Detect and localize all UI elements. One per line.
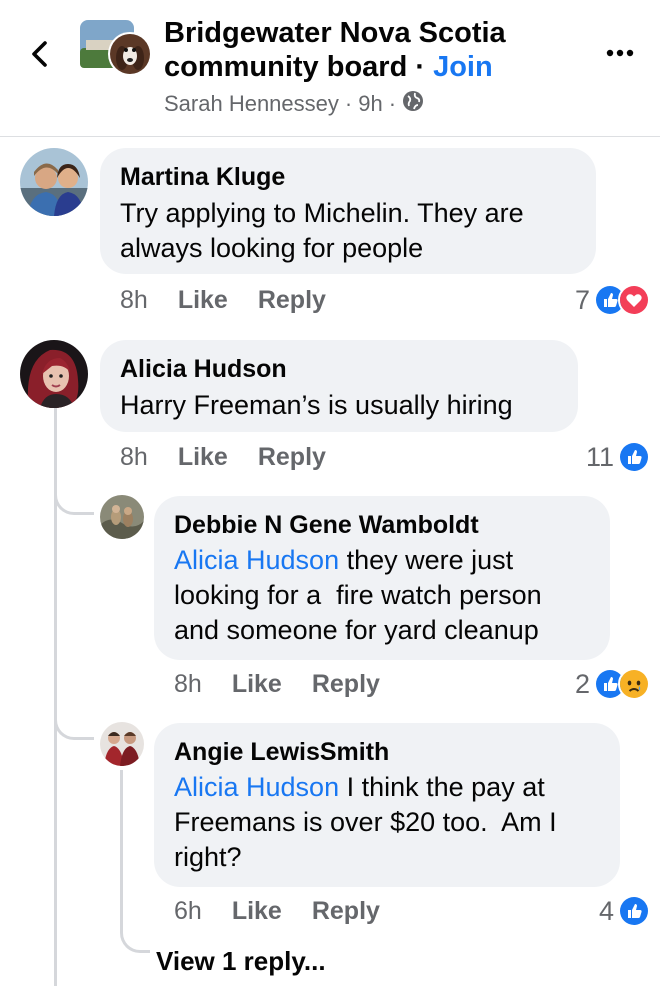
reaction-count: 4 [598, 895, 614, 926]
reply-button[interactable]: Reply [312, 897, 380, 926]
reply-button[interactable]: Reply [258, 443, 326, 472]
meta-dot: · [388, 91, 397, 116]
mention-link[interactable]: Alicia Hudson [174, 772, 339, 802]
header-divider [0, 136, 660, 137]
globe-icon [402, 90, 424, 118]
like-icon [618, 441, 650, 473]
sad-icon [618, 668, 650, 700]
reply-text-line: Freemans is over $20 too. Am I [174, 807, 557, 837]
reply-time[interactable]: 6h [174, 897, 202, 926]
reply-text-line: they were just [339, 545, 514, 575]
reply-author[interactable]: Debbie N Gene Wamboldt [174, 511, 479, 540]
post-time[interactable]: 9h [358, 91, 382, 117]
chevron-left-icon[interactable] [28, 40, 52, 68]
view-replies-link[interactable]: View 1 reply... [156, 946, 326, 977]
reply-text-line: looking for a fire watch person [174, 580, 542, 610]
thread-connector [54, 710, 94, 740]
reply-button[interactable]: Reply [258, 286, 326, 315]
reply-button[interactable]: Reply [312, 670, 380, 699]
thread-connector [120, 915, 150, 953]
reaction-count: 2 [574, 668, 590, 699]
reply-text-line: I think the pay at [339, 772, 545, 802]
avatar[interactable] [20, 148, 88, 216]
love-icon [618, 284, 650, 316]
reaction-summary[interactable]: 4 [599, 895, 650, 927]
group-name[interactable]: Bridgewater Nova Scotia community board … [164, 16, 506, 84]
comment-text: Try applying to Michelin. They are alway… [120, 196, 524, 266]
reaction-count: 11 [585, 441, 614, 472]
reaction-count: 7 [574, 284, 590, 315]
reply-actions: 6h Like Reply [174, 897, 380, 926]
like-button[interactable]: Like [232, 670, 282, 699]
post-meta: Sarah Hennessey · 9h · [164, 90, 424, 118]
comment-actions: 8h Like Reply [120, 286, 326, 315]
avatar[interactable] [100, 495, 144, 539]
reply-author[interactable]: Angie LewisSmith [174, 738, 389, 767]
like-icon [618, 895, 650, 927]
reply-text: Alicia Hudson they were just looking for… [174, 543, 542, 648]
reaction-summary[interactable]: 11 [586, 441, 650, 473]
reaction-summary[interactable]: 2 [575, 668, 650, 700]
group-name-line1: Bridgewater Nova Scotia [164, 17, 506, 49]
avatar[interactable] [100, 722, 144, 766]
comment-time[interactable]: 8h [120, 286, 148, 315]
more-dots-icon[interactable] [604, 38, 636, 68]
mention-link[interactable]: Alicia Hudson [174, 545, 339, 575]
title-separator: · [407, 51, 434, 83]
comment-author[interactable]: Martina Kluge [120, 163, 285, 192]
reply-time[interactable]: 8h [174, 670, 202, 699]
group-name-line2: community board [164, 51, 408, 83]
comment-text-line: Try applying to Michelin. They are [120, 198, 524, 228]
comment-text-line: always looking for people [120, 233, 424, 263]
join-button[interactable]: Join [433, 51, 493, 83]
reply-text-line: right? [174, 842, 242, 872]
comment-actions: 8h Like Reply [120, 443, 326, 472]
like-button[interactable]: Like [178, 443, 228, 472]
like-button[interactable]: Like [178, 286, 228, 315]
avatar[interactable] [20, 340, 88, 408]
post-author[interactable]: Sarah Hennessey [164, 91, 339, 117]
reply-text-line: and someone for yard cleanup [174, 615, 539, 645]
like-button[interactable]: Like [232, 897, 282, 926]
thread-connector [54, 485, 94, 515]
reply-text: Alicia Hudson I think the pay at Freeman… [174, 770, 557, 875]
reaction-summary[interactable]: 7 [575, 284, 650, 316]
comment-text: Harry Freeman’s is usually hiring [120, 390, 513, 420]
group-cover-thumbnail[interactable] [80, 18, 152, 78]
thread-line [120, 770, 123, 920]
meta-dot: · [344, 91, 353, 116]
reply-actions: 8h Like Reply [174, 670, 380, 699]
comment-time[interactable]: 8h [120, 443, 148, 472]
comment-author[interactable]: Alicia Hudson [120, 355, 287, 384]
